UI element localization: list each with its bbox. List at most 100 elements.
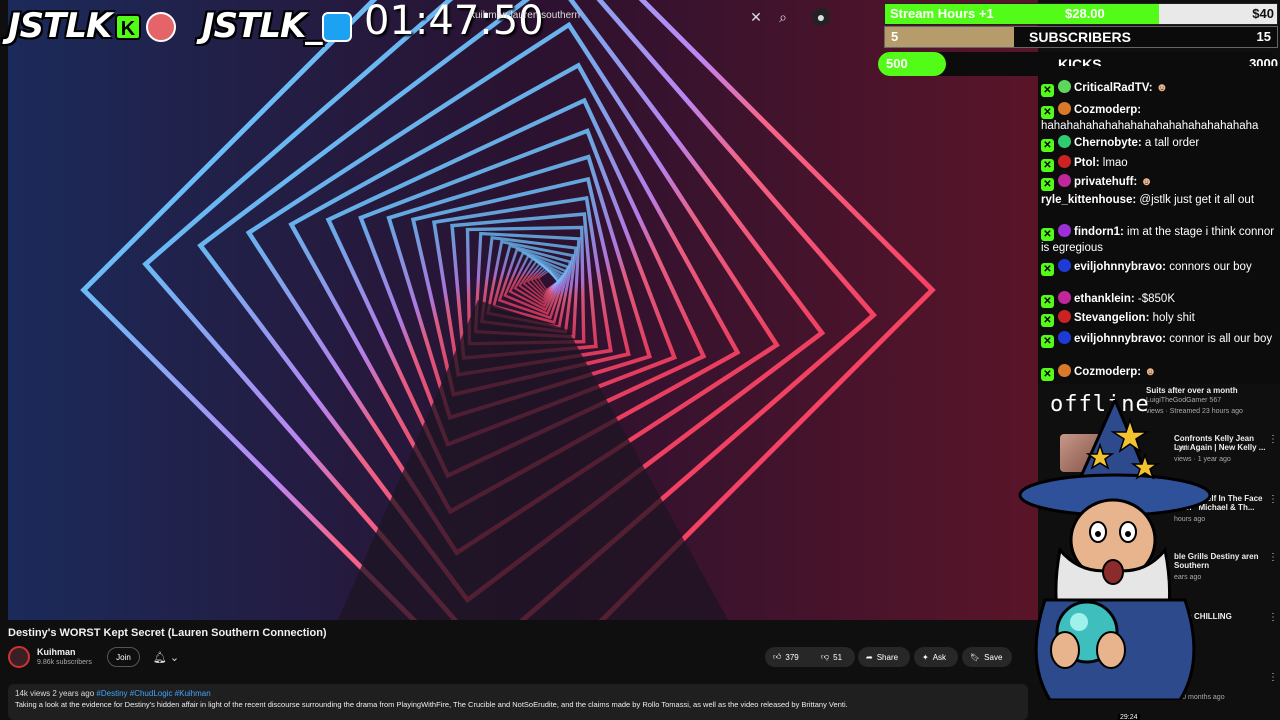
moderator-badge-icon: ✕	[1041, 314, 1054, 327]
moderator-badge-icon: ✕	[1041, 139, 1054, 152]
video-player[interactable]	[8, 0, 1038, 620]
chevron-down-icon: ⌄	[169, 651, 180, 664]
notification-bell-button[interactable]: 🔔︎ ⌄	[148, 647, 184, 667]
chat-text: connors our boy	[1166, 261, 1252, 273]
user-badge-icon	[1058, 174, 1071, 187]
emote-icon: ☻	[1155, 82, 1168, 94]
moderator-badge-icon: ✕	[1041, 106, 1054, 119]
chat-username[interactable]: eviljohnnybravo:	[1074, 261, 1166, 273]
more-options-icon[interactable]: ⋮	[1268, 552, 1278, 563]
chat-message: ✕ privatehuff: ☻	[1041, 174, 1277, 191]
chat-username[interactable]: Cozmoderp:	[1074, 104, 1141, 116]
more-options-icon[interactable]: ⋮	[1268, 434, 1278, 445]
hashtags[interactable]: #Destiny #ChudLogic #Kuihman	[96, 689, 210, 698]
twitter-brand-name: JSTLK_	[202, 6, 322, 46]
stream-timer: 01:47:50	[364, 0, 544, 44]
chat-username[interactable]: ryle_kittenhouse:	[1041, 194, 1136, 206]
chat-username[interactable]: eviljohnnybravo:	[1074, 333, 1166, 345]
chat-message: ✕ Cozmoderp: ☻	[1041, 364, 1277, 381]
stream-hours-goal: Stream Hours +1 $28.00 $40	[884, 3, 1278, 25]
share-button[interactable]: ➦ Share	[858, 647, 910, 667]
dislike-button[interactable]: 👎︎ 51	[813, 647, 855, 667]
user-badge-icon	[1058, 80, 1071, 93]
moderator-badge-icon: ✕	[1041, 295, 1054, 308]
chat-message: ✕ Cozmoderp: hahahahahahahahahahahahahaha…	[1041, 102, 1277, 134]
chat-username[interactable]: privatehuff:	[1074, 176, 1137, 188]
recommended-video-title[interactable]: Suits after over a month	[1146, 386, 1238, 395]
chat-text: a tall order	[1141, 137, 1200, 149]
chat-message: ✕ ethanklein: -$850K	[1041, 291, 1277, 308]
chat-username[interactable]: Chernobyte:	[1074, 137, 1142, 149]
search-icon[interactable]: ⌕	[774, 8, 792, 26]
search-query-text[interactable]: kuihman lauren southern	[470, 10, 580, 21]
user-badge-icon	[1058, 259, 1071, 272]
moderator-badge-icon: ✕	[1041, 159, 1054, 172]
chat-message: ryle_kittenhouse: @jstlk just get it all…	[1041, 193, 1277, 208]
join-button[interactable]: Join	[107, 647, 140, 667]
thumbs-down-icon: 👎︎	[821, 652, 830, 661]
description-meta: 14k views 2 years ago #Destiny #ChudLogi…	[15, 689, 1021, 698]
save-label: Save	[984, 652, 1003, 662]
bell-icon: 🔔︎	[152, 651, 167, 664]
like-button[interactable]: 👍︎ 379	[765, 647, 813, 667]
goal-value: $28.00	[1065, 6, 1105, 21]
moderator-badge-icon: ✕	[1041, 368, 1054, 381]
goal-target: $40	[1252, 6, 1274, 21]
chat-username[interactable]: CriticalRadTV:	[1074, 82, 1153, 94]
user-badge-icon	[1058, 224, 1071, 237]
video-duration-badge: 29:24	[1118, 714, 1140, 720]
share-icon: ➦	[866, 652, 873, 662]
user-badge-icon	[1058, 364, 1071, 377]
chat-username[interactable]: Cozmoderp:	[1074, 366, 1141, 378]
chat-username[interactable]: Stevangelion:	[1074, 312, 1149, 324]
share-label: Share	[876, 652, 899, 662]
twitter-bird-icon	[322, 12, 352, 42]
channel-avatar[interactable]	[8, 646, 30, 668]
moderator-badge-icon: ✕	[1041, 228, 1054, 241]
chat-text: hahahahahahahahahahahahahahahahaha	[1041, 120, 1259, 132]
sparkle-icon: ✦	[922, 652, 929, 662]
subs-current: 5	[891, 29, 899, 44]
kick-brand-name: JSTLK	[8, 6, 112, 46]
channel-name[interactable]: Kuihman	[37, 647, 76, 657]
goal-label: Stream Hours +1	[890, 6, 994, 21]
video-description[interactable]: 14k views 2 years ago #Destiny #ChudLogi…	[8, 684, 1028, 720]
chat-text: -$850K	[1134, 293, 1175, 305]
ask-button[interactable]: ✦ Ask	[914, 647, 958, 667]
like-count: 379	[785, 652, 799, 662]
description-text: Taking a look at the evidence for Destin…	[15, 700, 848, 709]
chat-message: ✕ CriticalRadTV: ☻	[1041, 80, 1277, 97]
chat-username[interactable]: findorn1:	[1074, 226, 1124, 238]
more-options-icon[interactable]: ⋮	[1268, 494, 1278, 505]
moderator-badge-icon: ✕	[1041, 335, 1054, 348]
clear-search-icon[interactable]: ✕	[747, 8, 765, 26]
chat-message: ✕ Chernobyte: a tall order	[1041, 135, 1277, 152]
user-badge-icon	[1058, 310, 1071, 323]
bookmark-icon: 🔖︎	[970, 652, 981, 662]
microphone-icon[interactable]: ●	[812, 8, 830, 26]
chat-text: lmao	[1099, 157, 1128, 169]
channel-subscriber-count: 9.86k subscribers	[37, 659, 92, 666]
subs-label: SUBSCRIBERS	[1029, 29, 1131, 45]
moderator-badge-icon: ✕	[1041, 178, 1054, 191]
chat-username[interactable]: ethanklein:	[1074, 293, 1135, 305]
neon-tunnel-video-frame	[8, 0, 1038, 620]
more-options-icon[interactable]: ⋮	[1268, 612, 1278, 623]
wizard-mascot-image	[1018, 400, 1212, 700]
moderator-badge-icon: ✕	[1041, 263, 1054, 276]
subs-target: 15	[1256, 29, 1271, 44]
chat-message: ✕ Ptol: lmao	[1041, 155, 1277, 172]
dislike-count: 51	[833, 652, 843, 662]
kicks-current: 500	[886, 56, 908, 71]
user-badge-icon	[1058, 291, 1071, 304]
more-options-icon[interactable]: ⋮	[1268, 672, 1278, 683]
user-badge-icon	[1058, 331, 1071, 344]
kick-logo-icon: K	[115, 14, 141, 40]
video-title: Destiny's WORST Kept Secret (Lauren Sout…	[8, 627, 327, 639]
chat-username[interactable]: Ptol:	[1074, 157, 1100, 169]
chat-message: ✕ eviljohnnybravo: connors our boy	[1041, 259, 1277, 276]
moderator-badge-icon: ✕	[1041, 84, 1054, 97]
save-button[interactable]: 🔖︎ Save	[962, 647, 1012, 667]
user-badge-icon	[1058, 135, 1071, 148]
views-and-date: 14k views 2 years ago	[15, 689, 95, 698]
